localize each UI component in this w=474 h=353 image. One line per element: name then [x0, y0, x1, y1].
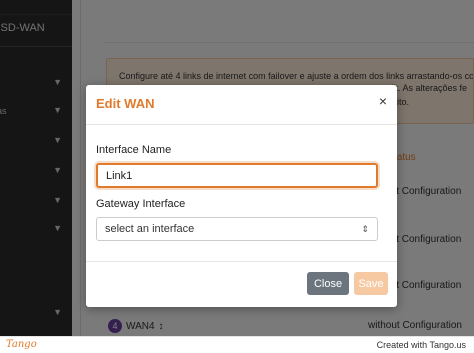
modal-title: Edit WAN	[96, 96, 155, 111]
tango-credit: Created with Tango.us	[376, 340, 466, 350]
save-button[interactable]: Save	[354, 272, 388, 295]
modal-header: Edit WAN ×	[86, 85, 397, 125]
tango-logo: Tango	[6, 339, 37, 350]
chevron-updown-icon: ⇕	[361, 223, 369, 234]
close-button[interactable]: Close	[307, 272, 349, 295]
interface-name-label: Interface Name	[96, 144, 172, 156]
edit-wan-modal: Edit WAN × Interface Name Gateway Interf…	[86, 85, 397, 307]
interface-name-input[interactable]	[96, 163, 378, 188]
modal-footer-divider	[86, 261, 397, 262]
close-icon[interactable]: ×	[379, 93, 387, 109]
gateway-selected-value: select an interface	[105, 223, 195, 235]
gateway-interface-select[interactable]: select an interface ⇕	[96, 217, 378, 241]
tango-footer: Tango Created with Tango.us	[0, 336, 474, 353]
gateway-interface-label: Gateway Interface	[96, 198, 186, 210]
